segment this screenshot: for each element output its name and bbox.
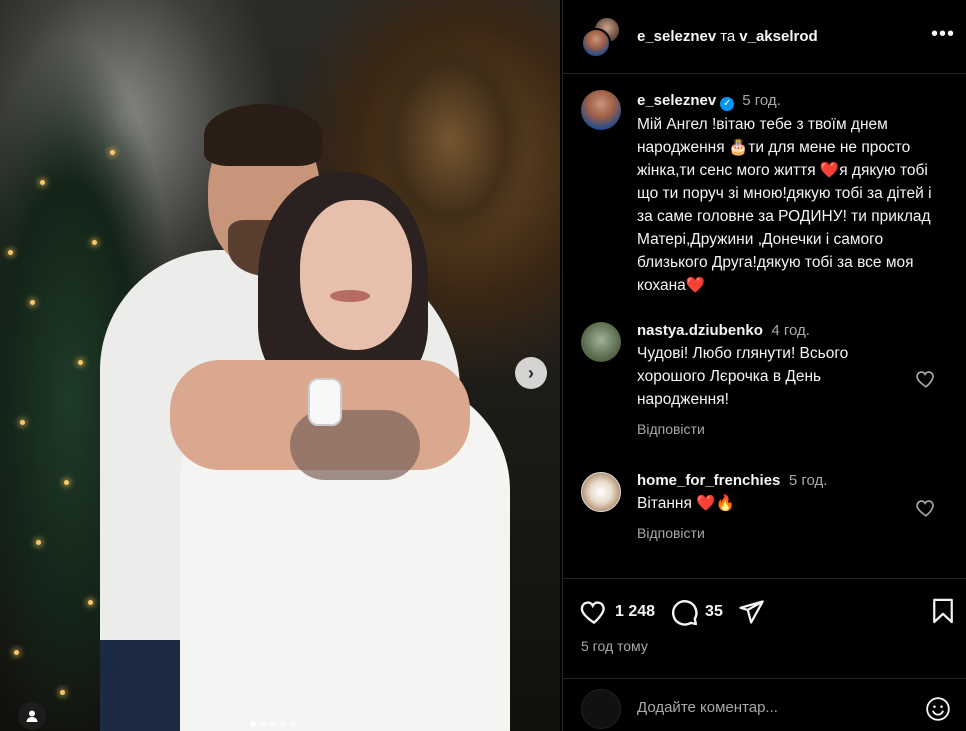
emoji-button[interactable] xyxy=(925,696,951,727)
avatar[interactable] xyxy=(581,472,621,512)
comment-timestamp[interactable]: 5 год. xyxy=(789,472,828,489)
comment-input[interactable] xyxy=(637,699,907,716)
comment-username-link[interactable]: home_for_frenchies xyxy=(637,472,780,489)
man-hair xyxy=(204,104,322,166)
comment-username-link[interactable]: nastya.dziubenko xyxy=(637,322,763,339)
like-count[interactable]: 1 248 xyxy=(615,603,655,621)
tree-light xyxy=(78,360,83,365)
collab-avatars[interactable] xyxy=(581,16,623,58)
save-button[interactable] xyxy=(929,597,957,630)
woman-lips xyxy=(330,290,370,302)
reply-button[interactable]: Відповісти xyxy=(637,421,917,437)
collab-username-link[interactable]: v_akselrod xyxy=(739,28,817,45)
tree-light xyxy=(30,300,35,305)
action-row: 1 248 35 xyxy=(579,597,779,627)
tree-light xyxy=(92,240,97,245)
comment-text: Вітання ❤️🔥 xyxy=(637,495,735,512)
comment-icon xyxy=(672,600,698,626)
tree-light xyxy=(36,540,41,545)
post-header: e_seleznev та v_akselrod ••• xyxy=(563,0,966,74)
avatar[interactable] xyxy=(581,322,621,362)
avatar[interactable] xyxy=(581,90,621,130)
like-comment-heart-icon[interactable] xyxy=(915,368,937,390)
add-comment-bar xyxy=(563,678,966,731)
bookmark-icon xyxy=(933,598,953,624)
post-timestamp[interactable]: 5 год тому xyxy=(581,638,648,654)
comment-text: Чудові! Любо глянути! Всього хорошого Лє… xyxy=(637,345,849,408)
heart-icon xyxy=(580,601,605,625)
comment-body: home_for_frenchies 5 год. Вітання ❤️🔥 Ві… xyxy=(637,472,917,541)
smiley-icon xyxy=(926,697,950,721)
share-button[interactable] xyxy=(737,598,765,626)
like-button[interactable]: 1 248 xyxy=(579,597,655,627)
tree-light xyxy=(88,600,93,605)
more-options-button[interactable]: ••• xyxy=(931,24,955,44)
tree-light xyxy=(8,250,13,255)
like-comment-heart-icon[interactable] xyxy=(915,497,937,519)
carousel-indicator xyxy=(250,721,296,727)
carousel-dot xyxy=(260,721,266,727)
caption-text: Мій Ангел !вітаю тебе з твоїм днем народ… xyxy=(637,116,932,294)
caption-body: e_seleznev ✓ 5 год. Мій Ангел !вітаю тебе … xyxy=(637,92,951,297)
collab-names: e_seleznev та v_akselrod xyxy=(637,28,818,45)
reply-button[interactable]: Відповісти xyxy=(637,525,917,541)
carousel-dot xyxy=(250,721,256,727)
carousel-next-button[interactable]: › xyxy=(515,357,547,389)
tree-light xyxy=(40,180,45,185)
post-photo[interactable]: › xyxy=(0,0,560,731)
avatar xyxy=(581,28,611,58)
caption-username-link[interactable]: e_seleznev xyxy=(637,92,716,109)
wrist-watch xyxy=(308,378,342,426)
post-actions: 1 248 35 5 год тому xyxy=(563,578,966,678)
tree-light xyxy=(20,420,25,425)
carousel-dot xyxy=(270,721,276,727)
carousel-dot xyxy=(280,721,286,727)
comment-button[interactable]: 35 xyxy=(669,597,723,627)
comment-body: nastya.dziubenko 4 год. Чудові! Любо гля… xyxy=(637,322,917,437)
tree-light xyxy=(110,150,115,155)
tree-light xyxy=(64,480,69,485)
post-details-panel: e_seleznev та v_akselrod ••• e_seleznev ✓ 5 … xyxy=(562,0,966,731)
and-text: та xyxy=(720,28,736,45)
verified-badge-icon: ✓ xyxy=(720,97,735,111)
woman-face xyxy=(300,200,412,350)
carousel-dot xyxy=(290,721,296,727)
comment-timestamp[interactable]: 4 год. xyxy=(771,322,810,339)
caption-timestamp[interactable]: 5 год. xyxy=(742,92,781,109)
user-icon xyxy=(26,710,38,722)
chevron-right-icon: › xyxy=(528,362,534,383)
tagged-users-button[interactable] xyxy=(18,702,46,730)
tree-light xyxy=(14,650,19,655)
share-icon xyxy=(739,600,764,624)
author-username-link[interactable]: e_seleznev xyxy=(637,28,716,45)
avatar xyxy=(581,689,621,729)
tree-light xyxy=(60,690,65,695)
comment-count: 35 xyxy=(705,603,723,620)
